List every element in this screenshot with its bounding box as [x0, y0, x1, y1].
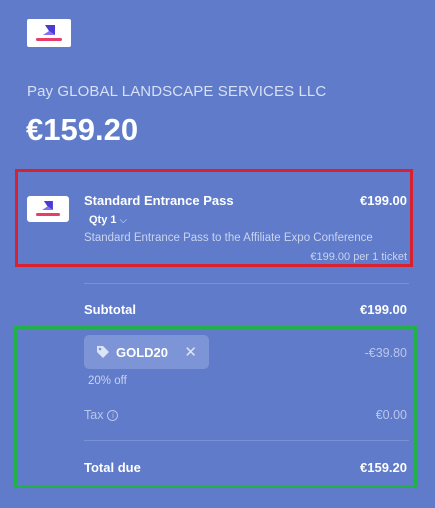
- item-accent-bar: [36, 213, 60, 216]
- chevron-down-icon: ⌵: [119, 214, 128, 226]
- discount-value: -€39.80: [364, 346, 407, 360]
- item-price: €199.00: [360, 193, 407, 208]
- tax-value: €0.00: [375, 408, 407, 422]
- logo-accent-bar: [36, 38, 62, 41]
- qty-label: Qty 1: [89, 214, 117, 226]
- item-thumbnail: [27, 196, 69, 222]
- tag-icon: [97, 346, 109, 358]
- promo-code-pill: GOLD20 ✕: [84, 335, 209, 369]
- subtotal-value: €199.00: [360, 302, 407, 317]
- item-name: Standard Entrance Pass: [84, 193, 234, 208]
- logo-mark-icon: [43, 25, 55, 35]
- subtotal-label: Subtotal: [84, 302, 136, 317]
- remove-promo-icon[interactable]: ✕: [184, 343, 197, 361]
- total-value: €159.20: [360, 460, 407, 475]
- tax-label-group: Tax i: [84, 408, 119, 422]
- amount-due: €159.20: [26, 112, 139, 147]
- discount-percent: 20% off: [88, 375, 127, 387]
- qty-selector[interactable]: Qty 1 ⌵: [84, 211, 132, 229]
- pay-merchant-label: Pay GLOBAL LANDSCAPE SERVICES LLC: [27, 83, 327, 100]
- discount-highlight: [14, 326, 417, 488]
- tax-label: Tax: [84, 408, 104, 422]
- item-description: Standard Entrance Pass to the Affiliate …: [84, 232, 373, 244]
- divider: [84, 283, 409, 284]
- total-label: Total due: [84, 460, 141, 475]
- promo-code: GOLD20: [116, 344, 169, 360]
- divider: [84, 440, 409, 441]
- unit-price: €199.00 per 1 ticket: [310, 251, 407, 263]
- merchant-logo: [27, 19, 71, 47]
- info-icon[interactable]: i: [107, 409, 119, 421]
- item-logo-icon: [42, 201, 53, 210]
